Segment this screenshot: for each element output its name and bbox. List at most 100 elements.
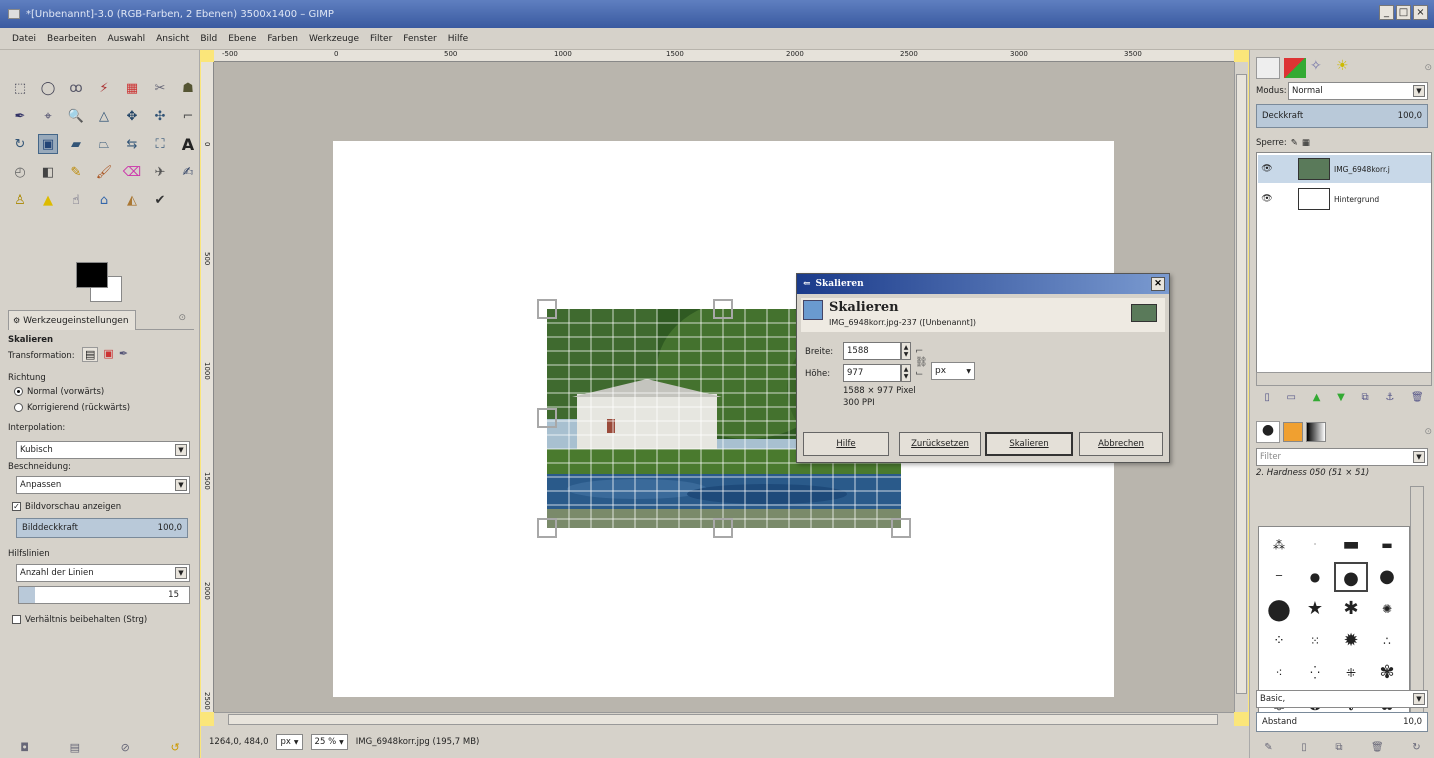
measure-icon[interactable]: △ [94,106,114,126]
layer-mode-select[interactable]: Normal ▼ [1288,82,1428,100]
unit-select[interactable]: px ▼ [276,734,303,750]
color-picker-icon[interactable]: ⌖ [38,106,58,126]
patterns-tab-icon[interactable] [1283,422,1303,442]
brush-spacing-slider[interactable]: Abstand 10,0 [1256,712,1428,732]
rect-select-icon[interactable]: ⬚ [10,78,30,98]
bucket-fill-icon[interactable]: ▲ [38,190,58,210]
brush-item[interactable]: ⁂ [1262,530,1296,560]
brush-item[interactable]: ● [1370,562,1404,592]
handle-top-left[interactable] [537,299,557,319]
lower-layer-icon[interactable]: ▼ [1337,392,1345,403]
menu-farben[interactable]: Farben [267,34,298,44]
width-input[interactable]: 1588 [843,342,901,360]
ink-icon[interactable]: ✍ [178,162,198,182]
brush-item[interactable]: ★ [1298,594,1332,624]
height-spinner[interactable]: ▲ ▼ [901,364,911,382]
transform-selection-icon[interactable]: ▣ [103,347,113,362]
anchor-layer-icon[interactable]: ⚓ [1385,392,1394,403]
brush-filter-input[interactable]: Filter ▼ [1256,448,1428,466]
transform-path-icon[interactable]: ✒ [119,347,128,362]
new-layer-icon[interactable]: ▯ [1264,392,1270,403]
foreground-select-icon[interactable]: ☗ [178,78,198,98]
brush-item[interactable]: ✺ [1370,594,1404,624]
channels-tab-icon[interactable]: ✧ [1310,58,1332,78]
cancel-button[interactable]: Abbrechen [1079,432,1163,456]
warp-icon[interactable]: ✔ [150,190,170,210]
text-icon[interactable]: A [178,134,198,154]
blur-icon[interactable]: ◭ [122,190,142,210]
transform-layer-icon[interactable]: ▤ [82,347,99,362]
width-spinner[interactable]: ▲ ▼ [901,342,911,360]
delete-layer-icon[interactable]: 🗑 [1411,392,1424,403]
delete-brush-icon[interactable]: 🗑 [1371,742,1384,753]
zoom-icon[interactable]: 🔍 [66,106,86,126]
brush-item[interactable]: ● [1298,562,1332,592]
help-button[interactable]: Hilfe [803,432,889,456]
heal-icon[interactable]: ◴ [10,162,30,182]
select-by-color-icon[interactable]: ▦ [122,78,142,98]
brush-item[interactable]: ● [1334,562,1368,592]
ellipse-select-icon[interactable]: ◯ [38,78,58,98]
layer-row[interactable]: 👁 IMG_6948korr.j [1258,155,1431,183]
scroll-thumb[interactable] [1236,74,1247,694]
show-preview-checkbox[interactable]: ✓ Bildvorschau anzeigen [12,502,121,512]
menu-hilfe[interactable]: Hilfe [448,34,468,44]
brush-item[interactable]: ▬ [1334,530,1368,560]
menu-ansicht[interactable]: Ansicht [156,34,189,44]
lock-alpha-icon[interactable]: ▦ [1302,138,1310,148]
duplicate-layer-icon[interactable]: ⧉ [1361,392,1368,403]
menu-werkzeuge[interactable]: Werkzeuge [309,34,359,44]
handle-bottom-center[interactable] [713,518,733,538]
brush-dock-menu-icon[interactable]: ⊙ [1424,427,1432,437]
size-unit-select[interactable]: px ▼ [931,362,975,380]
ruler-horizontal[interactable]: -500 0 500 1000 1500 2000 2500 3000 3500 [214,50,1234,62]
brush-item[interactable]: ✱ [1334,594,1368,624]
zoom-select[interactable]: 25 % ▼ [310,734,348,750]
canvas-vertical-scrollbar[interactable] [1234,62,1248,712]
cage-icon[interactable]: ⛶ [150,134,170,154]
pencil-icon[interactable]: ✎ [66,162,86,182]
brush-item[interactable]: ⁖ [1262,658,1296,688]
close-button[interactable]: × [1413,5,1428,20]
handle-middle-left[interactable] [537,408,557,428]
tab-menu-icon[interactable]: ⊙ [178,313,186,323]
dialog-close-button[interactable]: ✕ [1151,277,1165,291]
dodge-burn-icon[interactable]: ♙ [10,190,30,210]
move-icon[interactable]: ✥ [122,106,142,126]
save-options-icon[interactable]: ◘ [20,741,29,754]
chain-link-icon[interactable]: ⌐ ⛓ ⌙ [915,346,928,379]
paintbrush-icon[interactable]: 🖌 [94,162,114,182]
tab-layers[interactable] [1256,57,1280,79]
eraser-icon[interactable]: ⌫ [122,162,142,182]
ruler-vertical[interactable]: 0 500 1000 1500 2000 2500 [201,62,214,712]
raise-layer-icon[interactable]: ▲ [1313,392,1321,403]
brush-item[interactable]: ⁛ [1298,658,1332,688]
maximize-button[interactable]: □ [1396,5,1411,20]
scissors-icon[interactable]: ✂ [150,78,170,98]
brush-item[interactable]: ✹ [1334,626,1368,656]
reset-options-icon[interactable]: ↺ [170,741,179,754]
eye-icon[interactable]: 👁 [1258,164,1276,174]
brush-item[interactable]: ✾ [1370,658,1404,688]
gimp-icon[interactable] [8,9,20,19]
layers-tab-icon[interactable] [1284,58,1306,78]
menu-bearbeiten[interactable]: Bearbeiten [47,34,96,44]
perspective-icon[interactable]: ⏢ [94,134,114,154]
handle-bottom-right[interactable] [891,518,911,538]
layers-horizontal-scrollbar[interactable] [1256,372,1432,386]
direction-normal-radio[interactable]: Normal (vorwärts) [14,387,104,397]
crop-icon[interactable]: ⌐ [178,106,198,126]
brush-item[interactable]: ⁜ [1334,658,1368,688]
direction-corrective-radio[interactable]: Korrigierend (rückwärts) [14,403,130,413]
tab-tool-options[interactable]: ⚙ Werkzeugeinstellungen [8,310,136,330]
edit-brush-icon[interactable]: ✎ [1264,742,1272,753]
brush-item[interactable]: ⁘ [1262,626,1296,656]
menu-bild[interactable]: Bild [200,34,217,44]
smudge-icon[interactable]: ☝ [66,190,86,210]
brush-scrollbar[interactable] [1410,486,1424,716]
dialog-titlebar[interactable]: ⇐ Skalieren ✕ [797,274,1169,294]
shear-icon[interactable]: ▰ [66,134,86,154]
new-group-icon[interactable]: ▭ [1287,392,1296,403]
restore-options-icon[interactable]: ▤ [70,741,80,754]
fg-bg-color-selector[interactable] [76,262,128,304]
